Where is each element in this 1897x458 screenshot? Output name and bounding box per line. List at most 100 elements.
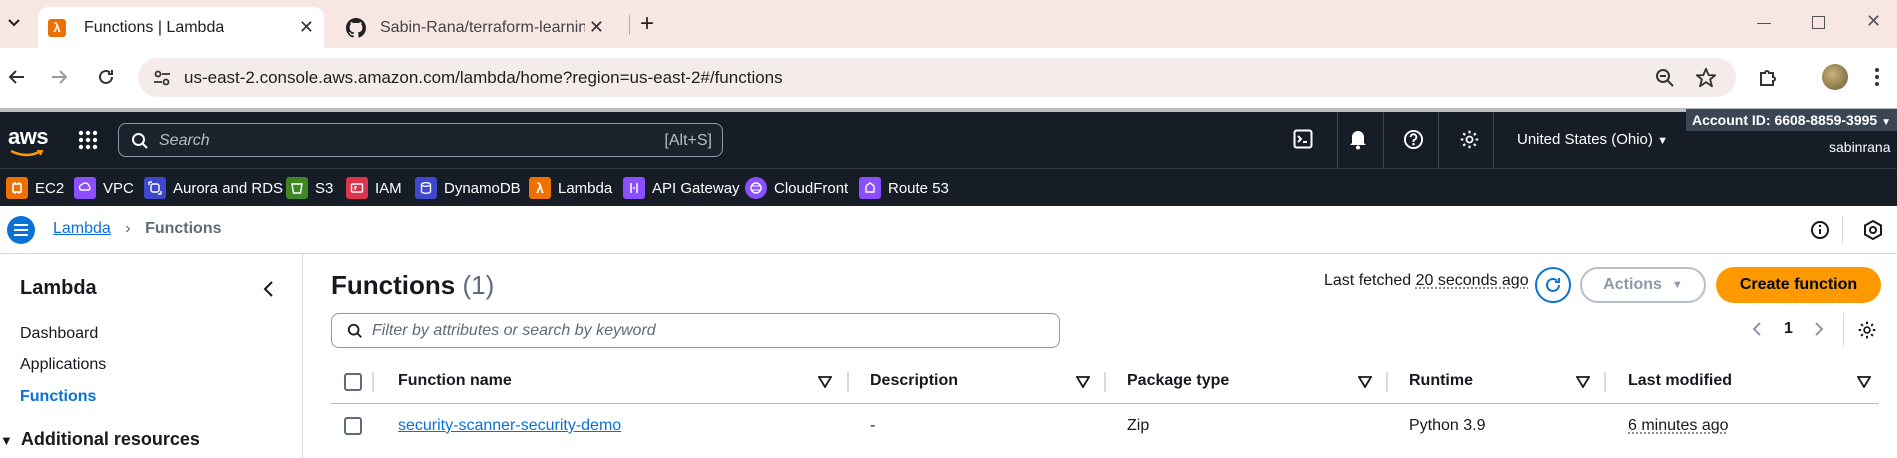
page-number[interactable]: 1 (1784, 320, 1793, 338)
favorite-route53[interactable]: Route 53 (859, 176, 949, 200)
sidenav-section-additional-resources[interactable]: ▼ Additional resources (0, 429, 200, 450)
column-header-description[interactable]: Description (870, 372, 958, 390)
page-title: Functions (1) (331, 270, 495, 300)
select-all-checkbox[interactable] (344, 373, 362, 391)
sort-triangle-icon[interactable] (1576, 376, 1590, 388)
table-header-divider (331, 403, 1879, 404)
favorite-cloudfront[interactable]: CloudFront (745, 176, 848, 200)
table-preferences-gear-icon[interactable] (1857, 320, 1877, 340)
sidenav-item-functions[interactable]: Functions (20, 388, 96, 406)
notifications-bell-icon[interactable] (1348, 128, 1368, 150)
breadcrumb-current: Functions (145, 220, 222, 237)
tab-title: Functions | Lambda (84, 18, 225, 36)
search-shortcut: [Alt+S] (664, 132, 712, 149)
refresh-icon (1546, 277, 1560, 292)
iam-icon (346, 177, 368, 199)
aws-search-input[interactable]: Search [Alt+S] (118, 123, 723, 157)
side-navigation: Lambda Dashboard Applications Functions … (0, 254, 303, 458)
back-arrow-icon[interactable] (8, 68, 26, 86)
bookmark-star-icon[interactable] (1695, 67, 1717, 89)
column-header-runtime[interactable]: Runtime (1409, 372, 1473, 390)
favorite-vpc[interactable]: VPC (74, 176, 134, 200)
refresh-button[interactable] (1535, 267, 1571, 303)
favorite-dynamodb[interactable]: DynamoDB (415, 176, 521, 200)
cloudfront-icon (745, 177, 767, 199)
account-id-badge[interactable]: Account ID: 6608-8859-3995 ▼ (1686, 109, 1897, 131)
sort-triangle-icon[interactable] (1358, 376, 1372, 388)
previous-page-chevron-icon[interactable] (1752, 321, 1762, 337)
close-tab-icon[interactable]: ✕ (299, 18, 314, 36)
url-text[interactable]: us-east-2.console.aws.amazon.com/lambda/… (184, 68, 783, 88)
lambda-icon: λ (529, 177, 551, 199)
lambda-favicon-icon: λ (48, 18, 66, 37)
function-package-type: Zip (1127, 417, 1150, 434)
function-name-link[interactable]: security-scanner-security-demo (398, 417, 621, 435)
create-function-button[interactable]: Create function (1716, 267, 1881, 303)
breadcrumb-lambda[interactable]: Lambda (53, 220, 111, 237)
function-count: (1) (462, 270, 495, 300)
info-icon[interactable] (1810, 220, 1830, 240)
favorite-aurora-rds[interactable]: Aurora and RDS (144, 176, 283, 200)
menu-hamburger-icon[interactable] (7, 216, 35, 244)
aws-logo[interactable]: aws (8, 124, 49, 157)
breadcrumb-bar: Lambda › Functions (0, 206, 1897, 254)
username[interactable]: sabinrana (1829, 139, 1891, 155)
api-gateway-icon (623, 177, 645, 199)
row-select-checkbox[interactable] (344, 417, 362, 435)
favorite-ec2[interactable]: EC2 (6, 176, 64, 200)
forward-arrow-icon[interactable] (50, 68, 68, 86)
browser-tab-bar: λ Functions | Lambda ✕ Sabin-Rana/terraf… (0, 0, 1897, 48)
restore-icon[interactable] (1812, 16, 1825, 29)
reload-icon[interactable] (96, 67, 116, 87)
cloudshell-icon[interactable] (1293, 129, 1313, 149)
s3-icon (286, 177, 308, 199)
close-window-icon[interactable]: ✕ (1866, 11, 1881, 32)
new-tab-plus-icon[interactable]: + (640, 10, 654, 38)
sort-triangle-icon[interactable] (818, 376, 832, 388)
profile-avatar[interactable] (1822, 64, 1848, 90)
favorites-bar: EC2 VPC Aurora and RDS S3 IAM DynamoDB λ… (0, 168, 1897, 206)
favorite-lambda[interactable]: λ Lambda (529, 176, 612, 200)
browser-menu-icon[interactable] (1874, 66, 1880, 88)
zoom-icon[interactable] (1655, 68, 1675, 88)
column-header-last-modified[interactable]: Last modified (1628, 372, 1732, 390)
settings-hexagon-icon[interactable] (1863, 220, 1883, 240)
tab-github-repo[interactable]: Sabin-Rana/terraform-learning ✕ (338, 7, 626, 48)
minimize-icon[interactable] (1757, 23, 1771, 24)
settings-gear-icon[interactable] (1459, 129, 1480, 150)
extensions-puzzle-icon[interactable] (1757, 66, 1779, 88)
function-last-modified[interactable]: 6 minutes ago (1628, 417, 1729, 435)
tab-list-chevron-icon[interactable] (6, 14, 22, 30)
sidenav-item-applications[interactable]: Applications (20, 356, 106, 374)
favorite-iam[interactable]: IAM (346, 176, 402, 200)
sidenav-title[interactable]: Lambda (20, 277, 97, 300)
actions-button[interactable]: Actions ▼ (1580, 267, 1706, 303)
browser-toolbar: us-east-2.console.aws.amazon.com/lambda/… (0, 48, 1897, 108)
rds-icon (144, 177, 166, 199)
column-header-function-name[interactable]: Function name (398, 372, 512, 390)
search-icon (131, 132, 149, 150)
next-page-chevron-icon[interactable] (1814, 321, 1824, 337)
ec2-icon (6, 177, 28, 199)
sort-triangle-icon[interactable] (1076, 376, 1090, 388)
caret-down-icon: ▼ (1881, 117, 1891, 128)
vpc-icon (74, 177, 96, 199)
filter-search-input[interactable]: Filter by attributes or search by keywor… (331, 313, 1060, 348)
tab-functions-lambda[interactable]: λ Functions | Lambda ✕ (38, 7, 324, 48)
sort-triangle-icon[interactable] (1857, 376, 1871, 388)
column-header-package-type[interactable]: Package type (1127, 372, 1229, 390)
filter-placeholder: Filter by attributes or search by keywor… (372, 322, 656, 339)
last-fetched-time[interactable]: 20 seconds ago (1416, 272, 1529, 289)
site-settings-icon[interactable] (152, 68, 172, 88)
help-icon[interactable] (1403, 129, 1424, 150)
region-selector[interactable]: United States (Ohio) ▼ (1517, 131, 1668, 148)
function-runtime: Python 3.9 (1409, 417, 1486, 434)
address-bar[interactable]: us-east-2.console.aws.amazon.com/lambda/… (138, 58, 1736, 97)
favorite-api-gateway[interactable]: API Gateway (623, 176, 740, 200)
collapse-chevron-left-icon[interactable] (262, 280, 274, 298)
close-tab-icon[interactable]: ✕ (589, 18, 604, 36)
favorite-s3[interactable]: S3 (286, 176, 333, 200)
services-grid-icon[interactable] (78, 130, 98, 150)
sidenav-item-dashboard[interactable]: Dashboard (20, 325, 98, 343)
github-favicon-icon (346, 17, 366, 38)
